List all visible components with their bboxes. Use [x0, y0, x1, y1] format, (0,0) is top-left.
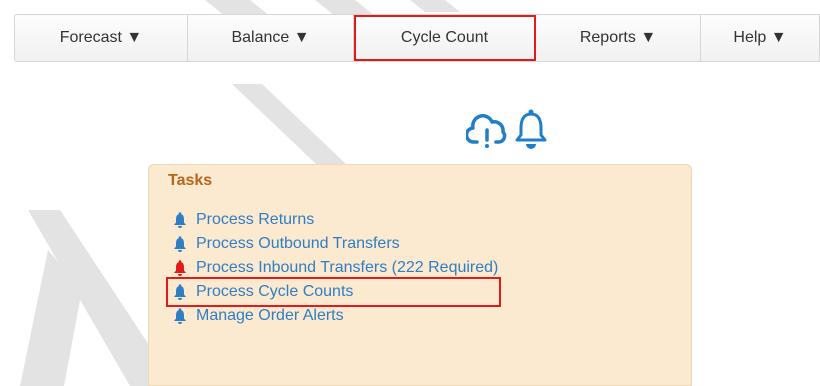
bell-icon	[174, 212, 186, 228]
nav-forecast[interactable]: Forecast ▼	[15, 15, 188, 61]
task-process-returns[interactable]: Process Returns	[173, 208, 498, 232]
task-process-cycle-counts[interactable]: Process Cycle Counts	[165, 277, 502, 307]
nav-reports-label: Reports ▼	[579, 29, 657, 46]
status-icons	[466, 108, 548, 152]
bell-alert-icon	[174, 260, 186, 276]
tasks-panel: Tasks Process Returns Process Outbound T…	[148, 164, 692, 386]
nav-balance-label: Balance ▼	[231, 29, 310, 46]
nav-balance[interactable]: Balance ▼	[188, 15, 354, 61]
task-label: Process Returns	[196, 211, 315, 228]
nav-cycle-count-label: Cycle Count	[400, 29, 489, 46]
task-list: Process Returns Process Outbound Transfe…	[165, 208, 502, 328]
task-label: Manage Order Alerts	[196, 307, 344, 324]
bell-icon[interactable]	[514, 108, 548, 152]
task-label: Process Outbound Transfers	[196, 235, 400, 252]
nav-forecast-label: Forecast ▼	[59, 29, 143, 46]
task-process-outbound-transfers[interactable]: Process Outbound Transfers	[173, 232, 498, 256]
task-label: Process Inbound Transfers (222 Required)	[196, 259, 499, 276]
task-process-inbound-transfers[interactable]: Process Inbound Transfers (222 Required)	[173, 256, 498, 280]
bell-icon	[174, 308, 186, 324]
tasks-title: Tasks	[168, 172, 213, 189]
nav-help-label: Help ▼	[733, 29, 787, 46]
bell-icon	[174, 284, 186, 300]
nav-reports[interactable]: Reports ▼	[536, 15, 701, 61]
cloud-alert-icon[interactable]	[466, 110, 508, 150]
task-label: Process Cycle Counts	[196, 283, 354, 300]
nav-cycle-count[interactable]: Cycle Count	[354, 15, 536, 61]
bell-icon	[174, 236, 186, 252]
main-nav: Forecast ▼ Balance ▼ Cycle Count Reports…	[14, 14, 820, 62]
nav-help[interactable]: Help ▼	[701, 15, 819, 61]
task-manage-order-alerts[interactable]: Manage Order Alerts	[173, 304, 498, 328]
page: Forecast ▼ Balance ▼ Cycle Count Reports…	[0, 0, 820, 386]
